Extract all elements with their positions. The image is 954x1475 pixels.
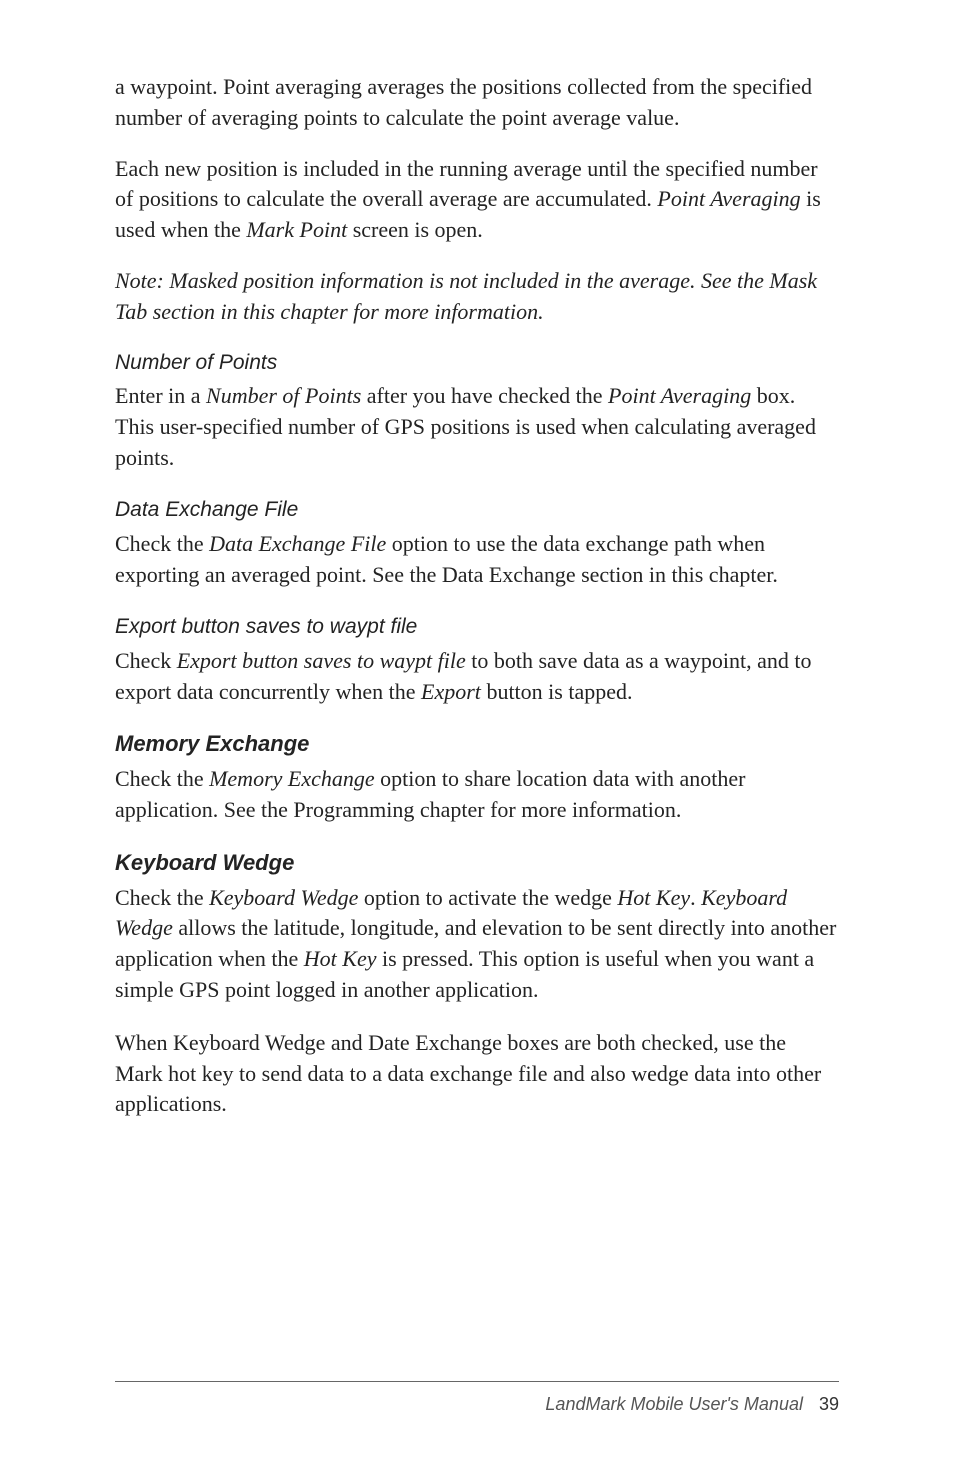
text: Check the bbox=[115, 766, 209, 791]
term-italic: Export bbox=[421, 679, 481, 704]
text: Check bbox=[115, 648, 177, 673]
paragraph: a waypoint. Point averaging averages the… bbox=[115, 72, 839, 134]
paragraph: Check Export button saves to waypt file … bbox=[115, 646, 839, 708]
note-paragraph: Note: Masked position information is not… bbox=[115, 266, 839, 328]
document-body: a waypoint. Point averaging averages the… bbox=[115, 72, 839, 1120]
term-italic: Point Averaging bbox=[657, 186, 800, 211]
page-number: 39 bbox=[819, 1394, 839, 1414]
term-italic: Number of Points bbox=[206, 383, 361, 408]
subheading-data-exchange-file: Data Exchange File bbox=[115, 495, 839, 524]
subheading-number-of-points: Number of Points bbox=[115, 348, 839, 377]
term-italic: Hot Key bbox=[304, 946, 377, 971]
term-italic: Mark Point bbox=[246, 217, 347, 242]
footer-text: LandMark Mobile User's Manual 39 bbox=[115, 1394, 839, 1415]
heading-memory-exchange: Memory Exchange bbox=[115, 729, 839, 760]
term-italic: Keyboard Wedge bbox=[209, 885, 358, 910]
term-italic: Point Averaging bbox=[608, 383, 751, 408]
paragraph: Each new position is included in the run… bbox=[115, 154, 839, 246]
paragraph: Enter in a Number of Points after you ha… bbox=[115, 381, 839, 473]
manual-title: LandMark Mobile User's Manual bbox=[545, 1394, 803, 1414]
text: Enter in a bbox=[115, 383, 206, 408]
text: button is tapped. bbox=[481, 679, 633, 704]
paragraph: When Keyboard Wedge and Date Exchange bo… bbox=[115, 1028, 839, 1120]
term-italic: Data Exchange File bbox=[209, 531, 386, 556]
term-italic: Export button saves to waypt file bbox=[177, 648, 466, 673]
paragraph: Check the Data Exchange File option to u… bbox=[115, 529, 839, 591]
text: . bbox=[690, 885, 701, 910]
text: option to activate the wedge bbox=[358, 885, 617, 910]
term-italic: Memory Exchange bbox=[209, 766, 375, 791]
subheading-export-button: Export button saves to waypt file bbox=[115, 612, 839, 641]
page-footer: LandMark Mobile User's Manual 39 bbox=[115, 1381, 839, 1415]
paragraph: Check the Keyboard Wedge option to activ… bbox=[115, 883, 839, 1006]
paragraph: Check the Memory Exchange option to shar… bbox=[115, 764, 839, 826]
text: after you have checked the bbox=[361, 383, 608, 408]
text: Check the bbox=[115, 885, 209, 910]
text: screen is open. bbox=[347, 217, 483, 242]
footer-divider bbox=[115, 1381, 839, 1382]
text: Check the bbox=[115, 531, 209, 556]
term-italic: Hot Key bbox=[617, 885, 690, 910]
heading-keyboard-wedge: Keyboard Wedge bbox=[115, 848, 839, 879]
